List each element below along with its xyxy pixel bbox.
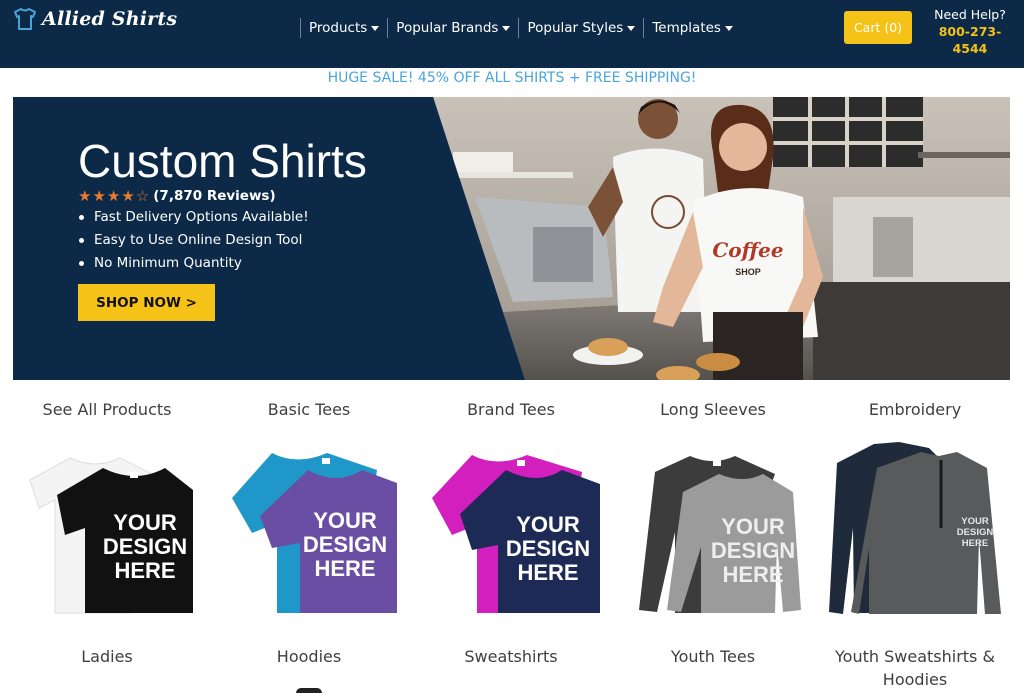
your-design-here-text: YOUR (961, 516, 989, 527)
nav-popular-styles[interactable]: Popular Styles (518, 18, 643, 38)
category-long-sleeves[interactable]: Long Sleeves (613, 398, 813, 421)
your-design-here-text: DESIGN (957, 527, 994, 538)
your-design-here-text: HERE (722, 562, 783, 587)
chevron-down-icon (502, 26, 511, 31)
help-label: Need Help? (934, 7, 1006, 22)
chevron-down-icon (627, 26, 636, 31)
rating[interactable]: ★★★★☆ (7,870 Reviews) (78, 187, 276, 205)
your-design-here-text: DESIGN (506, 536, 590, 561)
category-basic-tees[interactable]: Basic Tees (209, 398, 409, 421)
your-design-here-text: DESIGN (103, 534, 187, 559)
nav-templates-label: Templates (652, 20, 721, 36)
feature-item: Fast Delivery Options Available! (78, 206, 309, 229)
category-label: Hoodies (276, 647, 342, 666)
your-design-here-text: YOUR (313, 508, 377, 533)
hero-title: Custom Shirts (78, 135, 367, 187)
site-header: Allied Shirts Products Popular Brands Po… (0, 0, 1024, 68)
category-sweatshirts[interactable]: Sweatshirts (411, 645, 611, 668)
feature-item: Easy to Use Online Design Tool (78, 229, 309, 252)
category-label: Embroidery (868, 400, 962, 419)
nav-products[interactable]: Products (300, 18, 387, 38)
main-nav: Products Popular Brands Popular Styles T… (300, 17, 741, 39)
category-label: See All Products (42, 400, 172, 419)
category-label: Youth Tees (670, 647, 756, 666)
category-youth-tees[interactable]: Youth Tees (613, 645, 813, 668)
category-youth-sweatshirts-hoodies[interactable]: Youth Sweatshirts & Hoodies (815, 645, 1015, 691)
your-design-here-text: HERE (314, 556, 375, 581)
product-image-brand-tees[interactable]: YOUR DESIGN HERE (432, 450, 600, 616)
category-brand-tees[interactable]: Brand Tees (411, 398, 611, 421)
category-hoodies[interactable]: Hoodies (209, 645, 409, 668)
bullet-icon (79, 215, 84, 220)
logo[interactable]: Allied Shirts (12, 6, 177, 32)
nav-popular-brands[interactable]: Popular Brands (387, 18, 518, 38)
nav-popular-brands-label: Popular Brands (396, 20, 499, 36)
chevron-down-icon (724, 26, 733, 31)
category-embroidery[interactable]: Embroidery (815, 398, 1015, 421)
star-rating-icon: ★★★★☆ (78, 187, 151, 205)
shirt-print-coffee: Coffee (712, 238, 783, 262)
product-image-embroidery[interactable]: YOUR DESIGN HERE (829, 438, 1003, 616)
hero-banner: Coffee SHOP Custom Shirts ★★★★☆ (7,870 R… (13, 97, 1010, 380)
category-ladies[interactable]: Ladies (7, 645, 207, 668)
shirt-print-shop: SHOP (735, 267, 761, 277)
feature-text: Fast Delivery Options Available! (94, 209, 309, 225)
your-design-here-text: YOUR (113, 510, 177, 535)
your-design-here-text: HERE (962, 538, 988, 549)
help-box: Need Help? 800-273-4544 (922, 6, 1018, 57)
your-design-here-text: HERE (517, 560, 578, 585)
your-design-here-text: DESIGN (303, 532, 387, 557)
logo-shirt-icon (14, 8, 36, 30)
nav-popular-styles-label: Popular Styles (527, 20, 624, 36)
product-image-long-sleeves[interactable]: YOUR DESIGN HERE (635, 452, 801, 616)
product-image-hoodies[interactable] (296, 688, 322, 693)
category-label: Ladies (81, 647, 133, 666)
cart-button[interactable]: Cart (0) (844, 11, 912, 44)
feature-item: No Minimum Quantity (78, 252, 309, 275)
reviews-count[interactable]: (7,870 Reviews) (153, 188, 275, 204)
sale-banner[interactable]: HUGE SALE! 45% OFF ALL SHIRTS + FREE SHI… (0, 69, 1024, 87)
chevron-down-icon (371, 26, 380, 31)
bullet-icon (79, 261, 84, 266)
logo-text: Allied Shirts (42, 8, 178, 30)
category-label: Long Sleeves (660, 400, 766, 419)
product-image-basic-tees[interactable]: YOUR DESIGN HERE (232, 448, 397, 616)
bullet-icon (79, 238, 84, 243)
your-design-here-text: HERE (114, 558, 175, 583)
shop-now-button[interactable]: SHOP NOW > (78, 284, 215, 321)
nav-products-label: Products (309, 20, 368, 36)
category-label: Brand Tees (467, 400, 555, 419)
category-label: Sweatshirts (464, 647, 558, 666)
your-design-here-text: DESIGN (711, 538, 795, 563)
feature-text: Easy to Use Online Design Tool (94, 232, 303, 248)
feature-text: No Minimum Quantity (94, 255, 242, 271)
nav-templates[interactable]: Templates (643, 18, 741, 38)
product-image-see-all[interactable]: YOUR DESIGN HERE (25, 450, 195, 616)
category-label: Basic Tees (267, 400, 351, 419)
phone-link[interactable]: 800-273-4544 (922, 23, 1018, 57)
feature-list: Fast Delivery Options Available! Easy to… (78, 206, 309, 275)
your-design-here-text: YOUR (516, 512, 580, 537)
your-design-here-text: YOUR (721, 514, 785, 539)
category-label: Youth Sweatshirts & Hoodies (835, 647, 995, 689)
category-see-all-products[interactable]: See All Products (7, 398, 207, 421)
